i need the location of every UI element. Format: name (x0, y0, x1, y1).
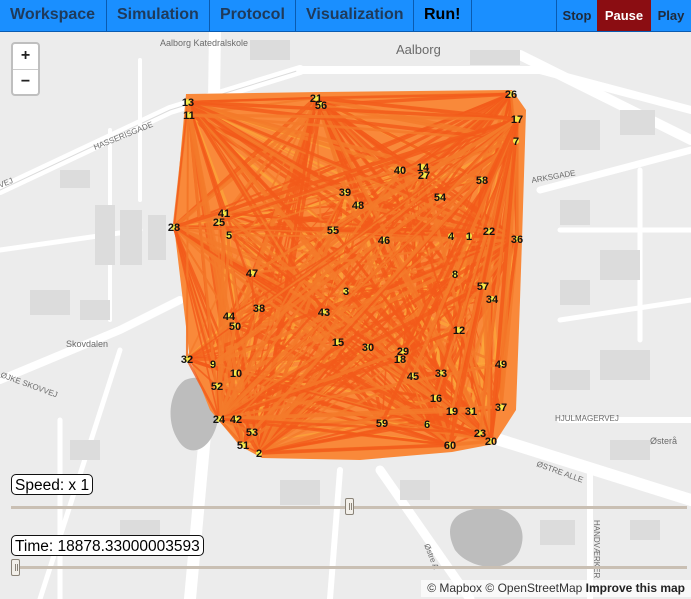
stop-button[interactable]: Stop (556, 0, 597, 31)
tab-protocol[interactable]: Protocol (210, 0, 296, 31)
speed-label: Speed: x 1 (11, 474, 94, 495)
node-28-label: 28 (168, 222, 180, 234)
map-label: HANDVÆRKER (592, 520, 601, 578)
time-slider-handle[interactable] (11, 559, 20, 576)
node-47-label: 47 (246, 268, 258, 280)
node-59-label: 59 (376, 418, 388, 430)
tab-visualization[interactable]: Visualization (296, 0, 414, 31)
node-16-label: 16 (430, 393, 442, 405)
improve-map-link[interactable]: Improve this map (586, 581, 685, 595)
node-10-label: 10 (230, 368, 242, 380)
play-button[interactable]: Play (651, 0, 691, 31)
tab-simulation[interactable]: Simulation (107, 0, 210, 31)
map-attribution: © Mapbox © OpenStreetMap Improve this ma… (421, 580, 691, 597)
node-6-label: 6 (424, 419, 430, 431)
node-12-label: 12 (453, 325, 465, 337)
node-18-label: 18 (394, 354, 406, 366)
node-49-label: 49 (495, 359, 507, 371)
node-52-label: 52 (211, 381, 223, 393)
node-1-label: 1 (466, 231, 472, 243)
pause-button[interactable]: Pause (597, 0, 651, 31)
node-39-label: 39 (339, 187, 351, 199)
time-slider-track[interactable] (11, 566, 687, 569)
network-edge (185, 101, 190, 360)
zoom-in-button[interactable]: + (13, 44, 38, 70)
node-55-label: 55 (327, 225, 339, 237)
node-36-label: 36 (511, 234, 523, 246)
top-nav-bar: Workspace Simulation Protocol Visualizat… (0, 0, 691, 32)
node-48-label: 48 (352, 200, 364, 212)
node-34-label: 34 (486, 294, 499, 306)
node-24-label: 24 (213, 414, 226, 426)
node-42-label: 42 (230, 414, 242, 426)
node-8-label: 8 (452, 269, 458, 281)
zoom-out-button[interactable]: − (13, 70, 38, 95)
node-20-label: 20 (485, 436, 497, 448)
node-50-label: 50 (229, 321, 241, 333)
node-4-label: 4 (448, 231, 455, 243)
tab-run[interactable]: Run! (414, 0, 472, 31)
node-22-label: 22 (483, 226, 495, 238)
mapbox-attribution-link[interactable]: © Mapbox (427, 581, 482, 595)
node-26-label: 26 (505, 89, 517, 101)
node-33-label: 33 (435, 368, 447, 380)
node-5-label: 5 (226, 230, 232, 242)
node-15-label: 15 (332, 337, 344, 349)
node-57-label: 57 (477, 281, 489, 293)
map-label: Aalborg Katedralskole (160, 38, 248, 48)
node-51-label: 51 (237, 440, 249, 452)
node-7-label: 7 (513, 136, 519, 148)
node-27-label: 27 (418, 170, 430, 182)
node-19-label: 19 (446, 406, 458, 418)
node-30-label: 30 (362, 342, 374, 354)
node-43-label: 43 (318, 307, 330, 319)
node-53-label: 53 (246, 427, 258, 439)
node-45-label: 45 (407, 371, 419, 383)
speed-slider-handle[interactable] (344, 498, 354, 515)
node-32-label: 32 (181, 354, 193, 366)
node-60-label: 60 (444, 440, 456, 452)
node-13-label: 13 (182, 97, 194, 109)
node-25-label: 25 (213, 217, 225, 229)
map-label: Skovdalen (66, 339, 108, 349)
node-37-label: 37 (495, 402, 507, 414)
zoom-control: + − (11, 42, 40, 96)
map-label: Østerå (650, 436, 677, 446)
node-54-label: 54 (434, 192, 447, 204)
map-label: HJULMAGERVEJ (555, 414, 619, 423)
node-11-label: 11 (183, 110, 195, 122)
node-31-label: 31 (465, 406, 477, 418)
node-38-label: 38 (253, 303, 265, 315)
tab-workspace[interactable]: Workspace (0, 0, 107, 31)
map-label: Aalborg (396, 42, 441, 57)
node-17-label: 17 (511, 114, 523, 126)
node-46-label: 46 (378, 235, 390, 247)
node-3-label: 3 (343, 286, 349, 298)
time-label: Time: 18878.33000003593 (11, 535, 204, 556)
node-9-label: 9 (210, 359, 216, 371)
osm-attribution-link[interactable]: © OpenStreetMap (485, 581, 582, 595)
node-2-label: 2 (256, 448, 262, 460)
node-58-label: 58 (476, 175, 488, 187)
node-56-label: 56 (315, 100, 327, 112)
node-40-label: 40 (394, 165, 406, 177)
